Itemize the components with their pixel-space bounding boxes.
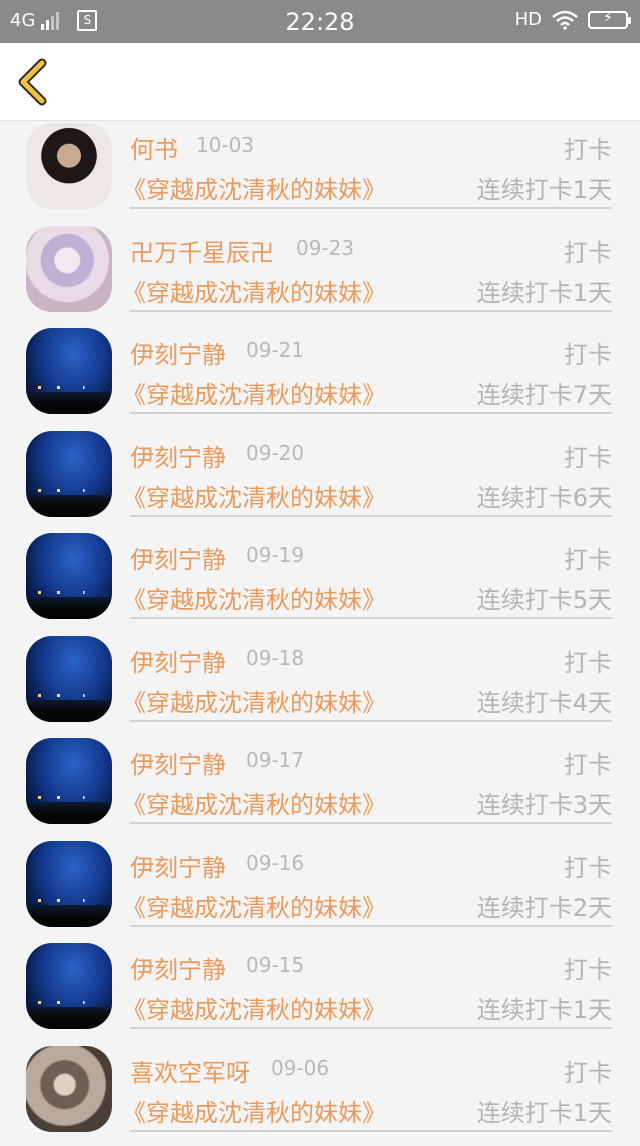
list-item[interactable]: 喜欢空军呀 09-06 打卡 《穿越成沈清秋的妹妹》 连续打卡1天 — [0, 1044, 640, 1146]
checkin-label: 打卡 — [564, 233, 612, 268]
user-name[interactable]: 伊刻宁静 — [130, 950, 226, 985]
avatar[interactable] — [26, 738, 112, 824]
list-item-content: 伊刻宁静 09-17 打卡 《穿越成沈清秋的妹妹》 连续打卡3天 — [130, 736, 612, 824]
streak-text: 连续打卡6天 — [477, 478, 612, 513]
list-item[interactable]: 伊刻宁静 09-21 打卡 《穿越成沈清秋的妹妹》 连续打卡7天 — [0, 326, 640, 429]
user-name[interactable]: 喜欢空军呀 — [130, 1053, 250, 1088]
user-name[interactable]: 伊刻宁静 — [130, 745, 226, 780]
checkin-label: 打卡 — [564, 540, 612, 575]
book-title[interactable]: 《穿越成沈清秋的妹妹》 — [122, 785, 386, 820]
avatar[interactable] — [26, 533, 112, 619]
chevron-left-icon — [14, 57, 54, 107]
checkin-date: 09-20 — [246, 441, 304, 465]
checkin-label: 打卡 — [564, 1053, 612, 1088]
user-name[interactable]: 何书 — [130, 130, 178, 165]
streak-text: 连续打卡3天 — [477, 785, 612, 820]
checkin-date: 09-18 — [246, 646, 304, 670]
streak-text: 连续打卡4天 — [477, 683, 612, 718]
list-item[interactable]: 伊刻宁静 09-20 打卡 《穿越成沈清秋的妹妹》 连续打卡6天 — [0, 429, 640, 532]
user-name[interactable]: 卍万千星辰卍 — [130, 233, 274, 268]
checkin-date: 09-21 — [246, 338, 304, 362]
status-bar: 4G S 22:28 HD ⚡ — [0, 0, 640, 43]
book-title[interactable]: 《穿越成沈清秋的妹妹》 — [122, 888, 386, 923]
avatar[interactable] — [26, 943, 112, 1029]
list-item-content: 伊刻宁静 09-19 打卡 《穿越成沈清秋的妹妹》 连续打卡5天 — [130, 531, 612, 619]
streak-text: 连续打卡1天 — [477, 273, 612, 308]
streak-text: 连续打卡1天 — [477, 1093, 612, 1128]
list-item-content: 伊刻宁静 09-21 打卡 《穿越成沈清秋的妹妹》 连续打卡7天 — [130, 326, 612, 414]
list-item[interactable]: 伊刻宁静 09-15 打卡 《穿越成沈清秋的妹妹》 连续打卡1天 — [0, 941, 640, 1044]
avatar[interactable] — [26, 431, 112, 517]
book-title[interactable]: 《穿越成沈清秋的妹妹》 — [122, 683, 386, 718]
checkin-label: 打卡 — [564, 848, 612, 883]
list-item-content: 何书 10-03 打卡 《穿越成沈清秋的妹妹》 连续打卡1天 — [130, 121, 612, 209]
streak-text: 连续打卡5天 — [477, 580, 612, 615]
list-item-content: 伊刻宁静 09-20 打卡 《穿越成沈清秋的妹妹》 连续打卡6天 — [130, 429, 612, 517]
book-title[interactable]: 《穿越成沈清秋的妹妹》 — [122, 375, 386, 410]
user-name[interactable]: 伊刻宁静 — [130, 438, 226, 473]
status-right: HD ⚡ — [515, 9, 628, 30]
list-item[interactable]: 伊刻宁静 09-19 打卡 《穿越成沈清秋的妹妹》 连续打卡5天 — [0, 531, 640, 634]
checkin-date: 10-03 — [196, 133, 254, 157]
user-name[interactable]: 伊刻宁静 — [130, 540, 226, 575]
list-item[interactable]: 伊刻宁静 09-18 打卡 《穿越成沈清秋的妹妹》 连续打卡4天 — [0, 634, 640, 737]
back-button[interactable] — [14, 57, 54, 107]
checkin-date: 09-17 — [246, 748, 304, 772]
user-name[interactable]: 伊刻宁静 — [130, 643, 226, 678]
checkin-list: 何书 10-03 打卡 《穿越成沈清秋的妹妹》 连续打卡1天 卍万千星辰卍 09… — [0, 121, 640, 1146]
book-title[interactable]: 《穿越成沈清秋的妹妹》 — [122, 273, 386, 308]
book-title[interactable]: 《穿越成沈清秋的妹妹》 — [122, 990, 386, 1025]
streak-text: 连续打卡1天 — [477, 170, 612, 205]
book-title[interactable]: 《穿越成沈清秋的妹妹》 — [122, 1093, 386, 1128]
list-item-content: 卍万千星辰卍 09-23 打卡 《穿越成沈清秋的妹妹》 连续打卡1天 — [130, 224, 612, 312]
battery-icon: ⚡ — [588, 11, 628, 29]
user-name[interactable]: 伊刻宁静 — [130, 335, 226, 370]
avatar[interactable] — [26, 226, 112, 312]
list-item-content: 伊刻宁静 09-16 打卡 《穿越成沈清秋的妹妹》 连续打卡2天 — [130, 839, 612, 927]
checkin-label: 打卡 — [564, 335, 612, 370]
checkin-date: 09-19 — [246, 543, 304, 567]
checkin-label: 打卡 — [564, 130, 612, 165]
avatar[interactable] — [26, 328, 112, 414]
hd-label: HD — [515, 9, 542, 30]
checkin-label: 打卡 — [564, 950, 612, 985]
nav-bar — [0, 43, 640, 121]
avatar[interactable] — [26, 123, 112, 209]
avatar[interactable] — [26, 636, 112, 722]
checkin-label: 打卡 — [564, 643, 612, 678]
book-title[interactable]: 《穿越成沈清秋的妹妹》 — [122, 478, 386, 513]
checkin-date: 09-06 — [271, 1056, 329, 1080]
user-name[interactable]: 伊刻宁静 — [130, 848, 226, 883]
avatar[interactable] — [26, 841, 112, 927]
book-title[interactable]: 《穿越成沈清秋的妹妹》 — [122, 580, 386, 615]
checkin-date: 09-15 — [246, 953, 304, 977]
list-item[interactable]: 伊刻宁静 09-17 打卡 《穿越成沈清秋的妹妹》 连续打卡3天 — [0, 736, 640, 839]
list-item-content: 伊刻宁静 09-15 打卡 《穿越成沈清秋的妹妹》 连续打卡1天 — [130, 941, 612, 1029]
streak-text: 连续打卡1天 — [477, 990, 612, 1025]
book-title[interactable]: 《穿越成沈清秋的妹妹》 — [122, 170, 386, 205]
checkin-date: 09-23 — [296, 236, 354, 260]
checkin-label: 打卡 — [564, 745, 612, 780]
streak-text: 连续打卡2天 — [477, 888, 612, 923]
list-item[interactable]: 伊刻宁静 09-16 打卡 《穿越成沈清秋的妹妹》 连续打卡2天 — [0, 839, 640, 942]
streak-text: 连续打卡7天 — [477, 375, 612, 410]
checkin-label: 打卡 — [564, 438, 612, 473]
checkin-date: 09-16 — [246, 851, 304, 875]
list-item[interactable]: 卍万千星辰卍 09-23 打卡 《穿越成沈清秋的妹妹》 连续打卡1天 — [0, 224, 640, 327]
avatar[interactable] — [26, 1046, 112, 1132]
list-item[interactable]: 何书 10-03 打卡 《穿越成沈清秋的妹妹》 连续打卡1天 — [0, 121, 640, 224]
list-item-content: 伊刻宁静 09-18 打卡 《穿越成沈清秋的妹妹》 连续打卡4天 — [130, 634, 612, 722]
wifi-icon — [552, 10, 578, 30]
list-item-content: 喜欢空军呀 09-06 打卡 《穿越成沈清秋的妹妹》 连续打卡1天 — [130, 1044, 612, 1132]
